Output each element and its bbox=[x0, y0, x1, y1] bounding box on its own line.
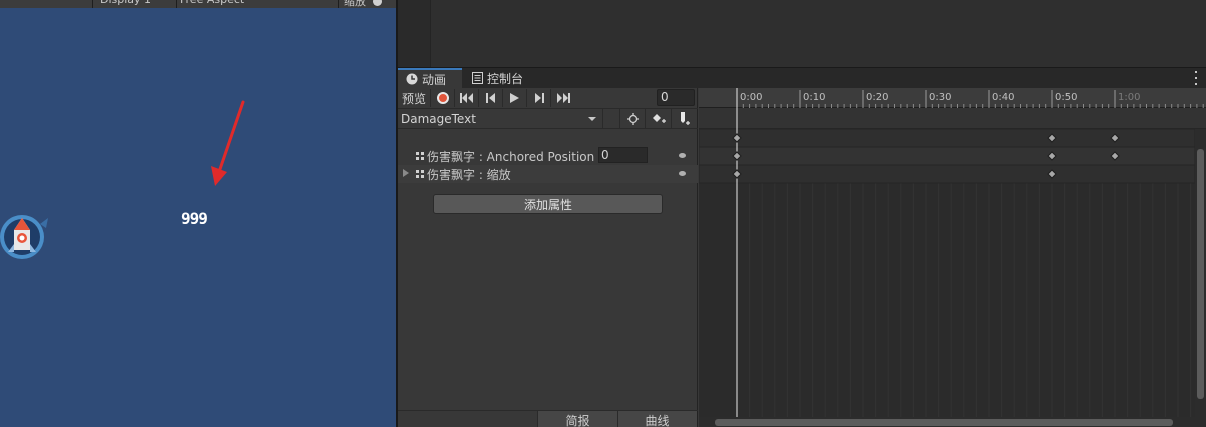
tab-label: 动画 bbox=[422, 72, 447, 87]
step-forward-icon bbox=[534, 93, 544, 103]
last-keyframe-button[interactable] bbox=[550, 89, 574, 107]
scale-label: 缩放 bbox=[344, 0, 366, 8]
dopesheet-timeline[interactable]: 0:00 0:10 0:20 0:30 0:40 0:50 1:00 bbox=[699, 88, 1206, 427]
add-keyframe-icon bbox=[652, 113, 666, 123]
track-row[interactable] bbox=[699, 164, 1196, 184]
add-property-button[interactable]: 添加属性 bbox=[433, 194, 663, 214]
view-mode-tabs: 简报 曲线 bbox=[398, 410, 698, 427]
top-panel bbox=[398, 0, 1206, 67]
frame-input[interactable]: 0 bbox=[657, 89, 695, 106]
console-icon bbox=[472, 72, 483, 84]
tab-label: 控制台 bbox=[487, 71, 524, 86]
toolbar-separator bbox=[176, 0, 177, 8]
tab-animation[interactable]: 动画 bbox=[398, 68, 462, 88]
property-label: 伤害飘字 : 缩放 bbox=[427, 167, 511, 182]
track-row[interactable] bbox=[699, 146, 1196, 166]
property-label: 伤害飘字 : Anchored Position bbox=[427, 149, 595, 164]
track-row[interactable] bbox=[699, 128, 1196, 148]
horizontal-scrollbar[interactable] bbox=[699, 417, 1206, 427]
animation-window: 动画 控制台 预览 0 DamageText 伤害飘字: Anchored P… bbox=[398, 67, 1206, 427]
display-dropdown[interactable]: Display 1 bbox=[100, 0, 151, 8]
clip-name: DamageText bbox=[401, 111, 476, 126]
scale-slider-handle[interactable] bbox=[373, 0, 382, 6]
tab-strip: 动画 控制台 bbox=[398, 68, 1206, 88]
game-toolbar: Display 1 Free Aspect 缩放 bbox=[0, 0, 396, 8]
toolbar-separator bbox=[92, 0, 93, 8]
scrollbar-thumb[interactable] bbox=[1197, 149, 1204, 399]
preview-toggle[interactable]: 预览 bbox=[398, 90, 430, 107]
playback-controls: 预览 0 bbox=[398, 88, 698, 108]
add-event-button[interactable] bbox=[671, 109, 697, 128]
damage-number-text: 999 bbox=[181, 209, 208, 228]
game-view: Display 1 Free Aspect 缩放 999 bbox=[0, 0, 396, 427]
transform-grip-icon bbox=[416, 170, 424, 178]
curves-tab[interactable]: 曲线 bbox=[617, 411, 697, 427]
record-button[interactable] bbox=[430, 89, 454, 107]
filter-by-selection-button[interactable] bbox=[619, 109, 645, 128]
clock-icon bbox=[406, 73, 418, 85]
aspect-dropdown[interactable]: Free Aspect bbox=[180, 0, 244, 8]
transform-grip-icon bbox=[416, 152, 424, 160]
keyframe-toggle-icon[interactable] bbox=[679, 171, 686, 176]
clip-selector-row: DamageText bbox=[398, 108, 698, 129]
property-row-scale[interactable]: 伤害飘字 : 缩放 bbox=[398, 165, 698, 183]
dopesheet-tab[interactable]: 简报 bbox=[537, 411, 617, 427]
dropdown-caret-icon bbox=[588, 116, 596, 121]
play-icon bbox=[510, 93, 519, 103]
first-keyframe-button[interactable] bbox=[454, 89, 478, 107]
tab-spacer bbox=[398, 411, 537, 427]
top-panel-content bbox=[430, 0, 1206, 67]
clip-dropdown[interactable]: DamageText bbox=[398, 109, 603, 128]
record-icon bbox=[436, 92, 449, 104]
add-event-icon bbox=[680, 111, 690, 125]
skip-to-end-icon bbox=[556, 93, 570, 103]
next-keyframe-button[interactable] bbox=[526, 89, 550, 107]
timeline-canvas[interactable] bbox=[699, 88, 1206, 427]
expand-arrow-icon[interactable] bbox=[403, 169, 409, 177]
property-row-anchored-position[interactable]: 伤害飘字 : Anchored Position 0 bbox=[398, 147, 698, 165]
property-value-field[interactable]: 0 bbox=[598, 147, 648, 163]
animation-control-panel: 预览 0 DamageText 伤害飘字: Anchored Position… bbox=[398, 88, 698, 427]
more-options-icon[interactable] bbox=[1194, 71, 1198, 85]
rocket-sprite-icon bbox=[0, 215, 48, 259]
skip-to-start-icon bbox=[459, 93, 473, 103]
play-button[interactable] bbox=[502, 89, 526, 107]
vertical-scrollbar[interactable] bbox=[1195, 129, 1206, 419]
crosshair-icon bbox=[626, 112, 639, 125]
scrollbar-thumb[interactable] bbox=[715, 419, 1173, 426]
keyframe-toggle-icon[interactable] bbox=[679, 153, 686, 158]
tab-console[interactable]: 控制台 bbox=[464, 68, 540, 88]
red-arrow-annotation bbox=[211, 100, 245, 186]
add-keyframe-button[interactable] bbox=[645, 109, 671, 128]
step-back-icon bbox=[485, 93, 495, 103]
previous-keyframe-button[interactable] bbox=[478, 89, 502, 107]
toolbar-separator bbox=[338, 0, 339, 8]
